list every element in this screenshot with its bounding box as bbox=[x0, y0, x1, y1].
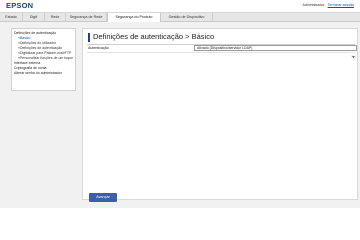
chevron-down-icon bbox=[351, 46, 356, 59]
page-title: Definições de autenticação > Básico bbox=[93, 32, 215, 41]
sidebar-item-external-interface[interactable]: Interface externa bbox=[14, 61, 40, 65]
epson-logo: EPSON bbox=[6, 1, 34, 10]
title-accent-bar bbox=[88, 33, 90, 42]
tab-scan[interactable]: Digit bbox=[23, 13, 45, 22]
authentication-label: Autenticação bbox=[88, 46, 109, 50]
tab-status[interactable]: Estado bbox=[0, 13, 23, 22]
sidebar-item-password-encryption[interactable]: Criptografia de conta bbox=[14, 66, 47, 70]
sidebar-item-change-admin-password[interactable]: Alterar senha do administrador bbox=[14, 71, 62, 75]
footer bbox=[0, 208, 360, 213]
sidebar-item-basic[interactable]: »Básico bbox=[18, 36, 30, 40]
sidebar-item-auth-settings[interactable]: »Definições de autenticação bbox=[18, 46, 62, 50]
authentication-select-value: Ativado (Dispositivo/servidor LDAP) bbox=[197, 46, 253, 50]
sidebar-item-one-touch[interactable]: »Personalizar funções de um toque bbox=[18, 56, 73, 60]
logout-link[interactable]: Terminar sessão bbox=[328, 3, 354, 7]
sidebar-item-scan-to-folder[interactable]: »Digitalizar para Pasta/e-mail/FTP bbox=[18, 51, 71, 55]
sidebar: Definições de autenticação »Básico »Defi… bbox=[11, 28, 76, 91]
main-panel: Definições de autenticação > Básico Aute… bbox=[82, 28, 358, 202]
tab-device-management[interactable]: Gestão de Dispositivo bbox=[161, 13, 213, 22]
tab-bar: Estado Digit Rede Segurança de Rede Segu… bbox=[0, 12, 360, 23]
sidebar-item-user-settings[interactable]: »Definições do utilizador bbox=[18, 41, 56, 45]
admin-area: Administrador Terminar sessão bbox=[302, 3, 354, 8]
content-area: Definições de autenticação »Básico »Defi… bbox=[0, 22, 360, 208]
authentication-select[interactable]: Ativado (Dispositivo/servidor LDAP) bbox=[194, 45, 357, 59]
tab-network[interactable]: Rede bbox=[45, 13, 66, 22]
admin-label: Administrador bbox=[302, 3, 325, 7]
sidebar-item-authentication-settings[interactable]: Definições de autenticação bbox=[14, 31, 56, 35]
next-button[interactable]: Avançar bbox=[89, 193, 117, 202]
tab-network-security[interactable]: Segurança de Rede bbox=[66, 13, 107, 22]
top-bar: EPSON Administrador Terminar sessão bbox=[0, 0, 360, 12]
form-row-divider bbox=[87, 52, 355, 53]
